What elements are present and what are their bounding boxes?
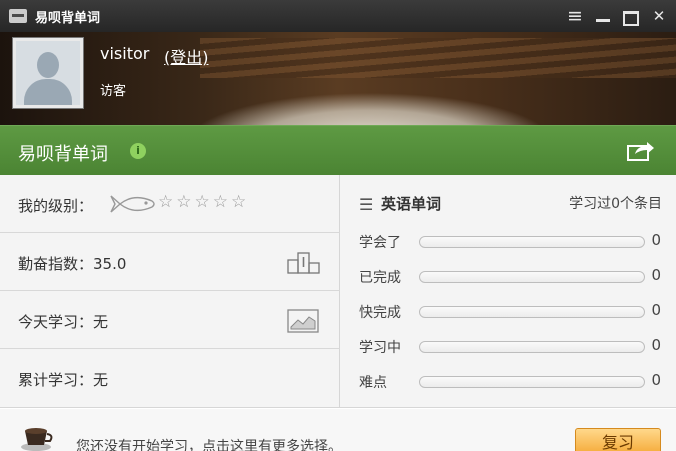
stats-panel: 我的级别： ☆☆☆☆☆ 勤奋指数：35.0 今天学习：无 累计学习：无: [0, 175, 340, 408]
maximize-icon[interactable]: [622, 7, 640, 25]
progress-bar: [419, 306, 645, 318]
logout-link[interactable]: (登出): [164, 44, 209, 68]
progress-count: 0: [651, 336, 661, 354]
user-banner: visitor (登出) 访客: [0, 32, 676, 125]
progress-count: 0: [651, 231, 661, 249]
avatar-head-icon: [37, 52, 59, 78]
progress-bar: [419, 271, 645, 283]
list-icon: ☰: [359, 195, 374, 214]
trend-chart-icon[interactable]: [287, 309, 319, 333]
info-icon[interactable]: i: [130, 143, 146, 159]
level-row: 我的级别： ☆☆☆☆☆: [0, 175, 340, 233]
progress-bar: [419, 341, 645, 353]
total-label: 累计学习：无: [18, 371, 109, 389]
diligence-label: 勤奋指数：35.0: [18, 255, 127, 273]
minimize-icon[interactable]: [594, 7, 612, 25]
title-bar: 易呗背单词: [0, 0, 676, 32]
footer-tip-link[interactable]: 您还没有开始学习，点击这里有更多选择。: [76, 436, 342, 451]
main-panel: 我的级别： ☆☆☆☆☆ 勤奋指数：35.0 今天学习：无 累计学习：无 ☰ 英语…: [0, 175, 676, 408]
progress-row: 快完成 0: [359, 300, 669, 324]
progress-row: 难点 0: [359, 370, 669, 394]
progress-row: 学会了 0: [359, 230, 669, 254]
app-icon: [9, 9, 27, 23]
close-icon[interactable]: [650, 7, 668, 25]
diligence-row: 勤奋指数：35.0: [0, 233, 340, 291]
progress-count: 0: [651, 266, 661, 284]
avatar[interactable]: [13, 38, 83, 108]
podium-icon[interactable]: [287, 250, 321, 274]
progress-label: 快完成: [359, 305, 401, 321]
progress-bar: [419, 236, 645, 248]
menu-icon[interactable]: [566, 7, 584, 25]
section-title: 易呗背单词: [18, 144, 108, 165]
total-row: 累计学习：无: [0, 349, 340, 407]
progress-count: 0: [651, 301, 661, 319]
today-row: 今天学习：无: [0, 291, 340, 349]
share-icon[interactable]: [627, 140, 655, 162]
footer-bar: 您还没有开始学习，点击这里有更多选择。 复习: [0, 409, 676, 451]
progress-label: 学习中: [359, 340, 401, 356]
review-button[interactable]: 复习: [575, 428, 661, 451]
level-stars: ☆☆☆☆☆: [158, 192, 250, 212]
progress-bar: [419, 376, 645, 388]
progress-row: 已完成 0: [359, 265, 669, 289]
progress-label: 难点: [359, 375, 387, 391]
wordbook-panel: ☰ 英语单词 学习过0个条目 学会了 0 已完成 0 快完成 0 学习中 0 难…: [341, 175, 676, 408]
fish-icon: [110, 195, 155, 213]
level-label: 我的级别：: [18, 197, 94, 215]
progress-label: 已完成: [359, 270, 401, 286]
progress-label: 学会了: [359, 235, 401, 251]
user-role: 访客: [100, 84, 127, 99]
progress-count: 0: [651, 371, 661, 389]
section-header: 易呗背单词 i: [0, 125, 676, 175]
avatar-body-icon: [24, 79, 72, 105]
window-title: 易呗背单词: [35, 10, 101, 26]
window-controls: [566, 7, 668, 25]
wordbook-title[interactable]: 英语单词: [381, 193, 441, 214]
wordbook-summary: 学习过0个条目: [569, 196, 662, 212]
coffee-cup-icon: [21, 428, 53, 451]
username: visitor: [100, 44, 150, 63]
progress-row: 学习中 0: [359, 335, 669, 359]
today-label: 今天学习：无: [18, 313, 109, 331]
